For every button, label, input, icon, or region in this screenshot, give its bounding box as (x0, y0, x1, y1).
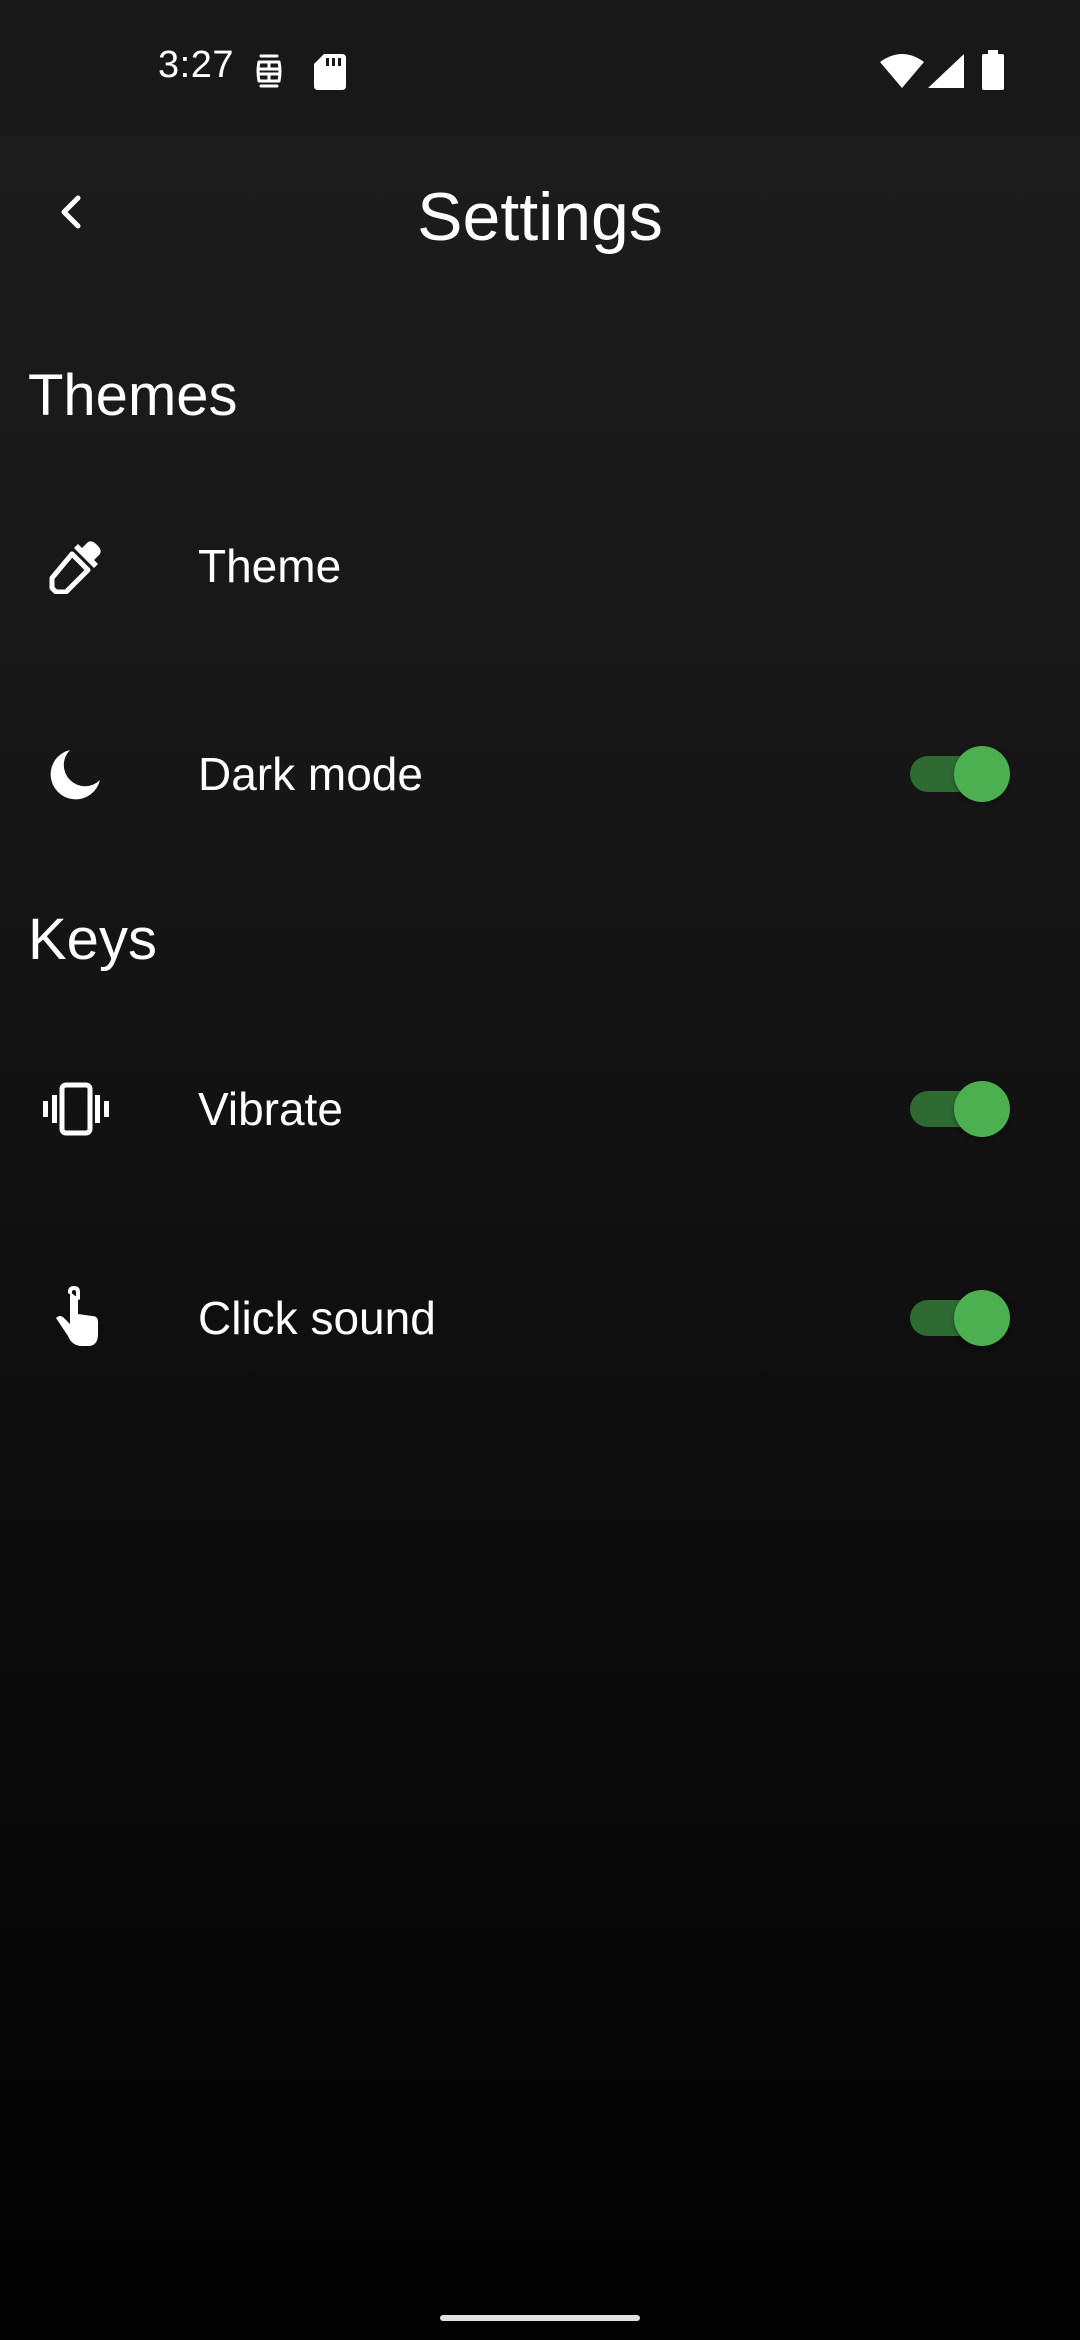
sim-card-managed-icon (256, 54, 282, 88)
section-header-keys: Keys (28, 907, 157, 972)
setting-label-theme: Theme (198, 540, 342, 592)
setting-label-dark-mode: Dark mode (198, 748, 423, 800)
setting-label-vibrate: Vibrate (198, 1083, 343, 1135)
status-time: 3:27 (158, 44, 234, 86)
sd-card-icon (314, 54, 346, 90)
toggle-thumb (954, 1081, 1010, 1137)
vibrate-toggle[interactable] (908, 1080, 1010, 1138)
home-indicator[interactable] (440, 2315, 640, 2321)
setting-row-click-sound[interactable]: Click sound (0, 1218, 1080, 1418)
toggle-thumb (954, 746, 1010, 802)
cellular-signal-icon (928, 54, 964, 88)
setting-label-click-sound: Click sound (198, 1292, 436, 1344)
toolbar: Settings (0, 136, 1080, 304)
section-header-themes: Themes (28, 363, 238, 428)
click-sound-toggle[interactable] (908, 1289, 1010, 1347)
touch-icon (40, 1282, 112, 1354)
status-bar: 3:27 (0, 0, 1080, 136)
setting-row-vibrate[interactable]: Vibrate (0, 1009, 1080, 1209)
moon-icon (40, 738, 112, 810)
eyedropper-icon (40, 530, 112, 602)
battery-icon (982, 50, 1004, 90)
wifi-icon (880, 54, 924, 88)
vibrate-icon (40, 1073, 112, 1145)
page-title: Settings (417, 179, 663, 255)
toggle-thumb (954, 1290, 1010, 1346)
dark-mode-toggle[interactable] (908, 745, 1010, 803)
setting-row-theme[interactable]: Theme (0, 466, 1080, 666)
setting-row-dark-mode[interactable]: Dark mode (0, 674, 1080, 874)
